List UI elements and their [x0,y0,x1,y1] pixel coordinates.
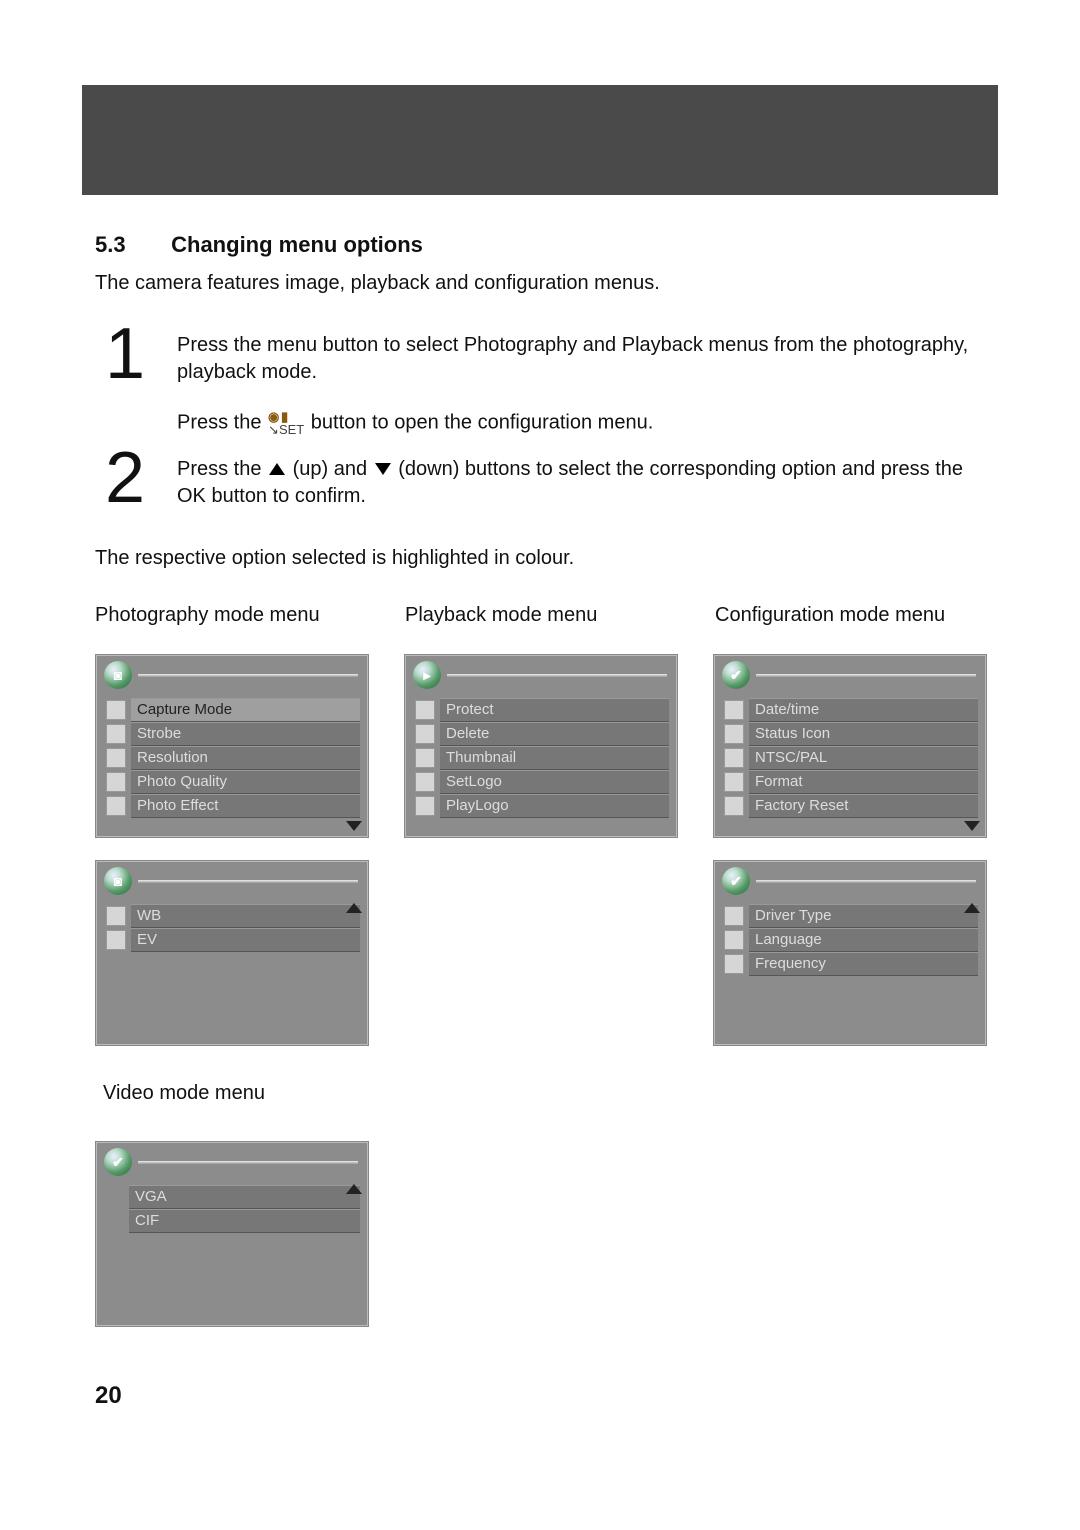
up-arrow-icon [269,463,285,475]
menu-item: Format [722,771,978,793]
intro-text: The camera features image, playback and … [95,270,985,297]
step1-line1: Press the menu button to select Photogra… [177,332,985,386]
menu-item: PlayLogo [413,795,669,817]
menu-item: Photo Quality [104,771,360,793]
wrench-icon: ✔ [722,661,750,689]
menu-item: Protect [413,699,669,721]
column-labels: Photography mode menu Playback mode menu… [95,602,985,629]
item-icon [724,796,744,816]
menu-item: Factory Reset [722,795,978,817]
item-icon [724,906,744,926]
item-icon [724,930,744,950]
menu-item: Date/time [722,699,978,721]
item-icon [106,724,126,744]
item-icon [106,700,126,720]
wrench-icon: ✔ [104,1148,132,1176]
set-config-icon: ◉ ▮ ↘SET [267,408,305,438]
manual-page: 5.3 Changing menu options The camera fea… [0,85,1080,1470]
menu-item: EV [104,929,360,951]
col-configuration: ✔ Date/time Status Icon NTSC/PAL Format … [713,654,987,1327]
menu-item: Delete [413,723,669,745]
menu-item: Status Icon [722,723,978,745]
play-mode-icon: ▸ [413,661,441,689]
section-title: Changing menu options [171,232,423,257]
menu-item: Resolution [104,747,360,769]
scroll-down-icon [346,821,362,831]
col-photography: ◙ Capture Mode Strobe Resolution Photo Q… [95,654,369,1327]
section-heading: 5.3 Changing menu options [95,230,985,260]
label-video: Video mode menu [103,1080,369,1107]
step-number: 1 [105,322,157,438]
scroll-up-icon [346,903,362,913]
header-banner [82,85,998,195]
step1-line2: Press the ◉ ▮ ↘SET button to open the co… [177,408,985,438]
scroll-up-icon [964,903,980,913]
col-playback: ▸ Protect Delete Thumbnail SetLogo PlayL… [404,654,678,1327]
down-arrow-icon [375,463,391,475]
menu-configuration-2: ✔ Driver Type Language Frequency [713,860,987,1046]
item-icon [415,748,435,768]
label-playback: Playback mode menu [405,602,675,629]
item-icon [724,954,744,974]
page-content: 5.3 Changing menu options The camera fea… [0,195,1080,1327]
section-number: 5.3 [95,230,165,260]
menu-item: Frequency [722,953,978,975]
item-icon [724,772,744,792]
label-configuration: Configuration mode menu [715,602,985,629]
step-body: Press the (up) and (down) buttons to sel… [177,446,985,511]
item-icon [106,906,126,926]
menu-item: WB [104,905,360,927]
menu-configuration-1: ✔ Date/time Status Icon NTSC/PAL Format … [713,654,987,838]
item-icon [106,930,126,950]
menu-item: CIF [104,1210,360,1232]
menu-item: Strobe [104,723,360,745]
menu-video: ✔ VGA CIF [95,1141,369,1327]
item-icon [106,796,126,816]
page-number: 20 [95,1382,1080,1410]
item-icon [106,1188,124,1206]
menu-item: Language [722,929,978,951]
menu-photography-2: ◙ WB EV [95,860,369,1046]
item-icon [724,700,744,720]
menu-item: Thumbnail [413,747,669,769]
item-icon [415,772,435,792]
menu-item: Driver Type [722,905,978,927]
menu-playback: ▸ Protect Delete Thumbnail SetLogo PlayL… [404,654,678,838]
item-icon [106,772,126,792]
highlight-note: The respective option selected is highli… [95,545,985,572]
step-body: Press the menu button to select Photogra… [177,322,985,438]
item-icon [415,724,435,744]
item-icon [415,700,435,720]
menu-item: NTSC/PAL [722,747,978,769]
item-icon [724,748,744,768]
item-icon [724,724,744,744]
label-photography: Photography mode menu [95,602,365,629]
step-2: 2 Press the (up) and (down) buttons to s… [95,446,985,511]
menu-item: SetLogo [413,771,669,793]
menu-item: Photo Effect [104,795,360,817]
menu-item: VGA [104,1186,360,1208]
item-icon [106,1212,124,1230]
item-icon [415,796,435,816]
step-1: 1 Press the menu button to select Photog… [95,322,985,438]
camera-mode-icon: ◙ [104,867,132,895]
camera-mode-icon: ◙ [104,661,132,689]
menu-photography: ◙ Capture Mode Strobe Resolution Photo Q… [95,654,369,838]
scroll-down-icon [964,821,980,831]
item-icon [106,748,126,768]
screenshots-grid: ◙ Capture Mode Strobe Resolution Photo Q… [95,654,985,1327]
step-number: 2 [105,446,157,511]
menu-item: Capture Mode [104,699,360,721]
wrench-icon: ✔ [722,867,750,895]
scroll-up-icon [346,1184,362,1194]
